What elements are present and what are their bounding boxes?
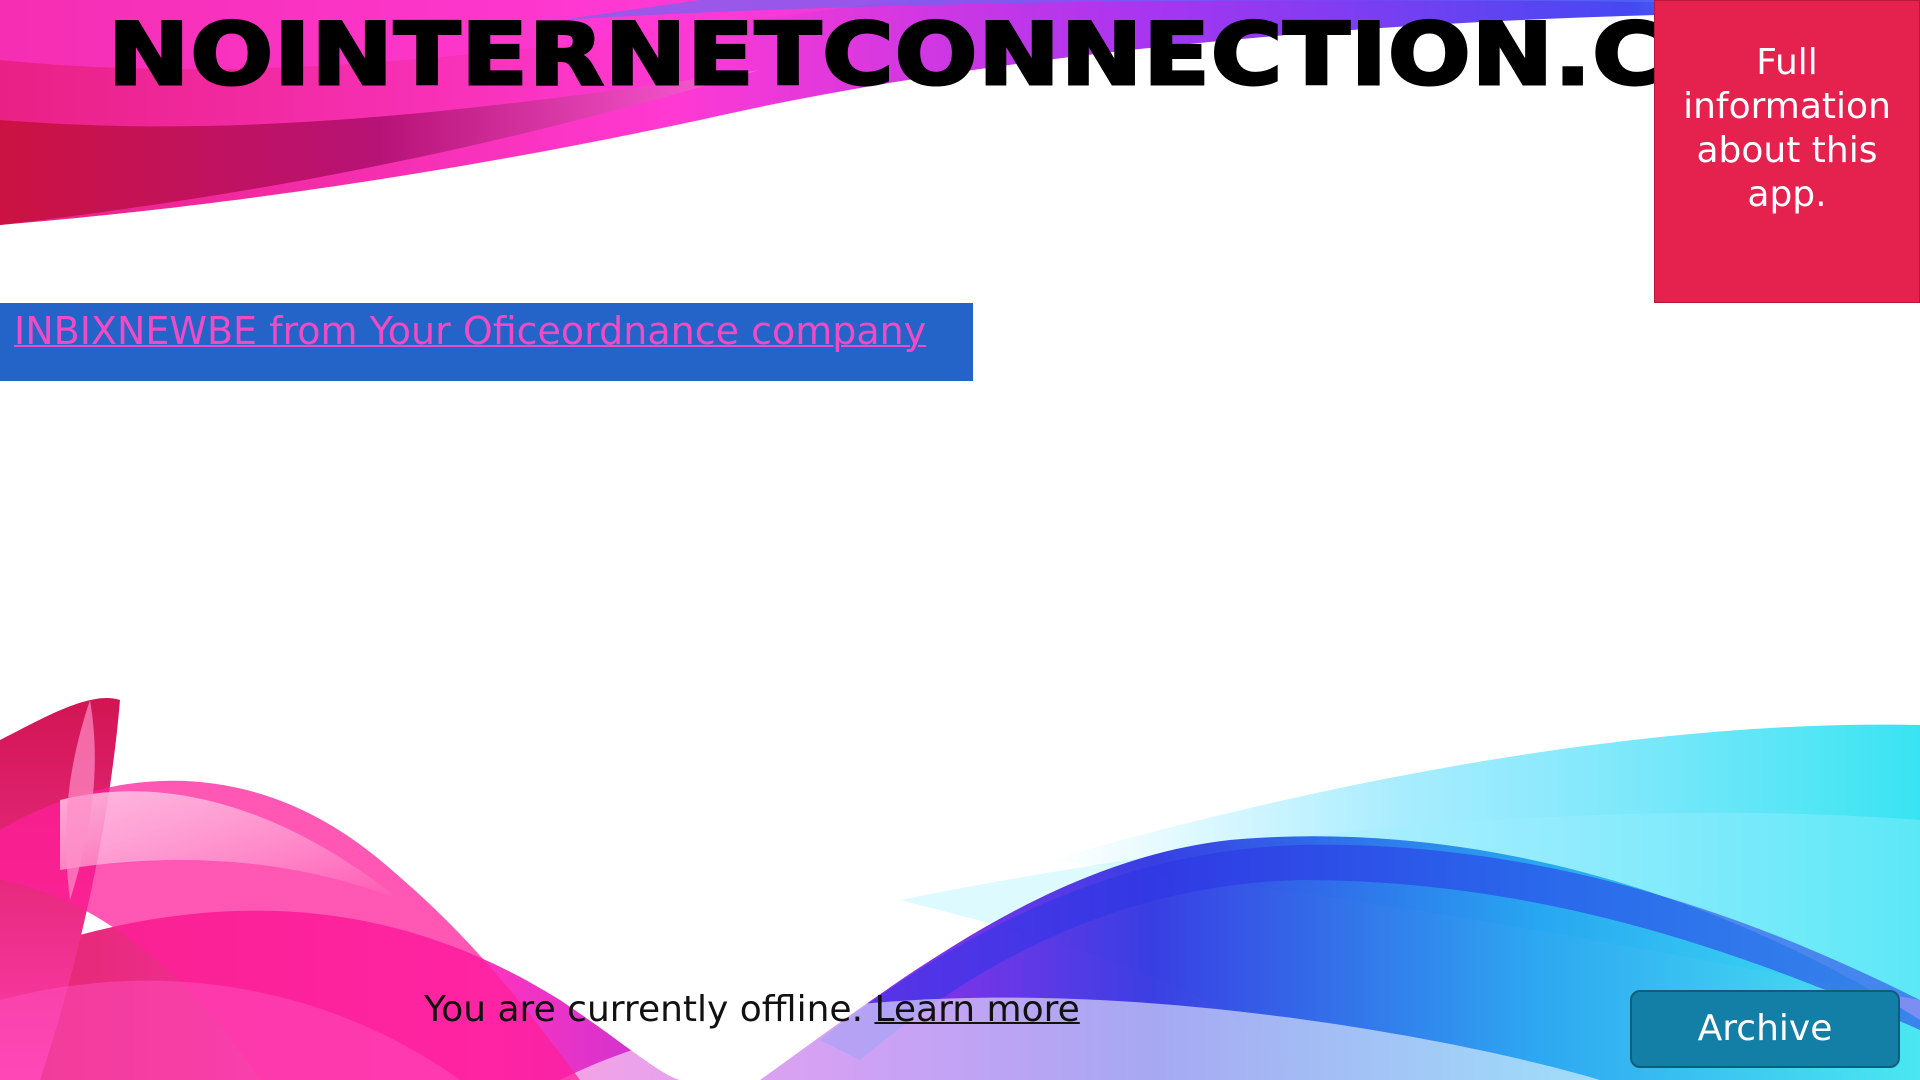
offline-status: You are currently offline. Learn more [424, 982, 1080, 1038]
learn-more-link[interactable]: Learn more [874, 989, 1079, 1030]
app-screen: nointernetconnection.com Full informatio… [0, 0, 1920, 1080]
company-link-bar: INBIXNEWBE from Your Oficeordnance compa… [0, 303, 973, 381]
app-info-panel[interactable]: Full information about this app. [1654, 0, 1920, 303]
background-waves [0, 0, 1920, 1080]
site-title: nointernetconnection.com [106, 4, 1847, 107]
app-info-text: Full information about this app. [1683, 41, 1891, 215]
company-link[interactable]: INBIXNEWBE from Your Oficeordnance compa… [14, 303, 926, 381]
offline-status-text: You are currently offline. [424, 989, 864, 1030]
archive-button[interactable]: Archive [1630, 990, 1900, 1068]
